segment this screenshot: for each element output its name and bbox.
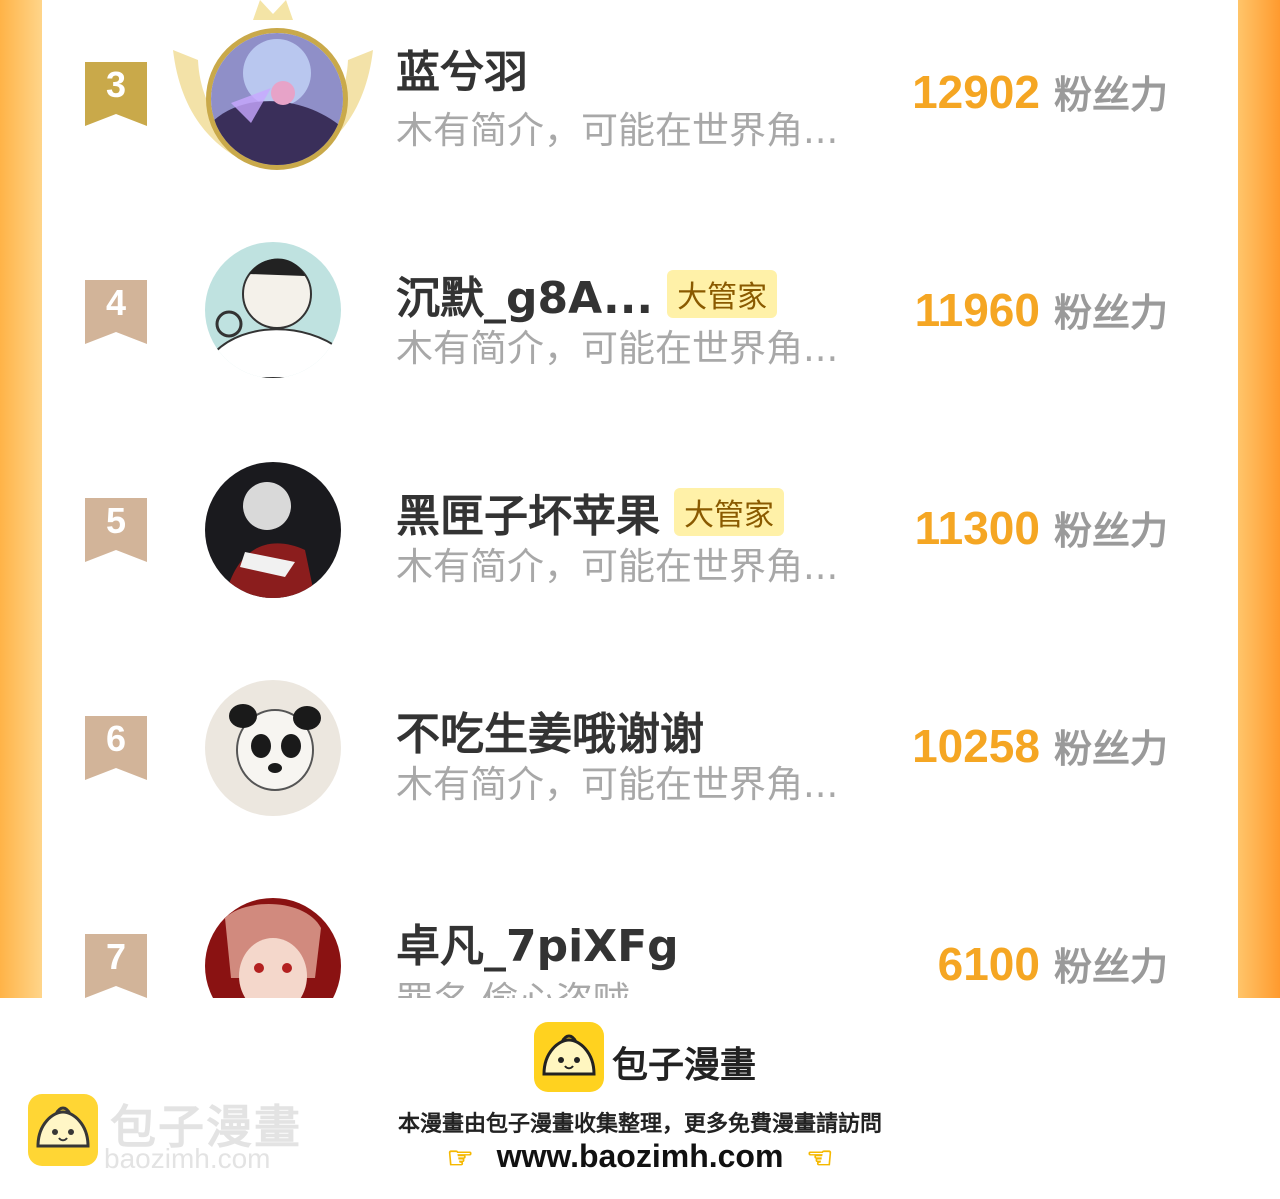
brand-title: 包子漫畫 (612, 1045, 757, 1086)
username[interactable]: 黑匣子坏苹果 (396, 480, 660, 544)
fans-unit: 粉丝力 (1053, 73, 1168, 117)
fans-score: 10258 粉丝力 (912, 718, 1168, 773)
fans-score: 12902 粉丝力 (912, 64, 1168, 119)
username[interactable]: 沉默_g8A... (396, 262, 653, 326)
fans-count: 11300 (914, 502, 1040, 554)
user-bio: 罪名 偷心盗贼 (396, 970, 630, 998)
avatar[interactable] (205, 680, 341, 816)
rank-number: 7 (105, 936, 127, 977)
leaderboard-card: 3 蓝兮羽 木有简介，可能在世界角... 12902 粉丝力 4 沉默_g8A.… (42, 0, 1238, 998)
rank-number: 6 (105, 718, 127, 759)
fans-count: 6100 (937, 938, 1040, 990)
site-url[interactable]: www.baozimh.com (497, 1138, 784, 1174)
username[interactable]: 卓凡_7piXFg (396, 910, 679, 974)
fans-score: 11960 粉丝力 (915, 282, 1168, 337)
leaderboard-row[interactable]: 5 黑匣子坏苹果 大管家 木有简介，可能在世界角... 11300 粉丝力 (42, 436, 1238, 636)
avatar[interactable] (206, 28, 348, 170)
fans-count: 11960 (914, 284, 1040, 336)
user-bio: 木有简介，可能在世界角... (396, 763, 839, 806)
fans-score: 11300 粉丝力 (915, 500, 1168, 555)
username[interactable]: 不吃生姜哦谢谢 (396, 698, 704, 762)
right-orange-border (1238, 0, 1280, 998)
rank-ribbon: 7 (85, 934, 147, 998)
site-link[interactable]: ☞ www.baozimh.com ☜ (0, 1138, 1280, 1176)
avatar[interactable] (205, 242, 341, 378)
pointing-hand-left-icon: ☜ (806, 1142, 834, 1176)
rank-ribbon: 4 (85, 280, 147, 344)
user-bio: 木有简介，可能在世界角... (396, 327, 839, 370)
fans-count: 10258 (912, 720, 1040, 772)
avatar[interactable] (205, 462, 341, 598)
fans-unit: 粉丝力 (1053, 291, 1168, 335)
user-bio: 木有简介，可能在世界角... (396, 545, 839, 588)
fans-count: 12902 (912, 66, 1040, 118)
username[interactable]: 蓝兮羽 (396, 36, 528, 100)
steward-badge: 大管家 (667, 270, 778, 318)
pointing-hand-right-icon: ☞ (446, 1142, 474, 1176)
fans-unit: 粉丝力 (1053, 945, 1168, 989)
rank-number: 4 (105, 282, 127, 323)
avatar[interactable] (205, 898, 341, 998)
fans-unit: 粉丝力 (1053, 727, 1168, 771)
rank-ribbon: 5 (85, 498, 147, 562)
notice-text: 本漫畫由包子漫畫收集整理，更多免費漫畫請訪問 (397, 1112, 882, 1137)
baozi-watermark-footer: 包子漫畫 baozimh.com 包子漫畫 本漫畫由包子漫畫收集整理，更多免費漫… (0, 998, 1280, 1199)
rank-number: 3 (105, 64, 127, 105)
leaderboard-row[interactable]: 3 蓝兮羽 木有简介，可能在世界角... 12902 粉丝力 (42, 0, 1238, 200)
bun-logo-icon (534, 1022, 604, 1092)
user-bio: 木有简介，可能在世界角... (396, 109, 839, 152)
leaderboard-row[interactable]: 6 不吃生姜哦谢谢 木有简介，可能在世界角... 10258 粉丝力 (42, 654, 1238, 854)
steward-badge: 大管家 (674, 488, 784, 536)
left-orange-border (0, 0, 42, 998)
fans-unit: 粉丝力 (1053, 509, 1168, 553)
rank-number: 5 (105, 500, 127, 541)
leaderboard-row[interactable]: 7 卓凡_7piXFg 罪名 偷心盗贼 6100 粉丝力 (42, 872, 1238, 998)
rank-ribbon: 6 (85, 716, 147, 780)
leaderboard-row[interactable]: 4 沉默_g8A... 大管家 木有简介，可能在世界角... 11960 粉丝力 (42, 218, 1238, 418)
rank-ribbon: 3 (85, 62, 147, 126)
fans-score: 6100 粉丝力 (938, 936, 1168, 991)
